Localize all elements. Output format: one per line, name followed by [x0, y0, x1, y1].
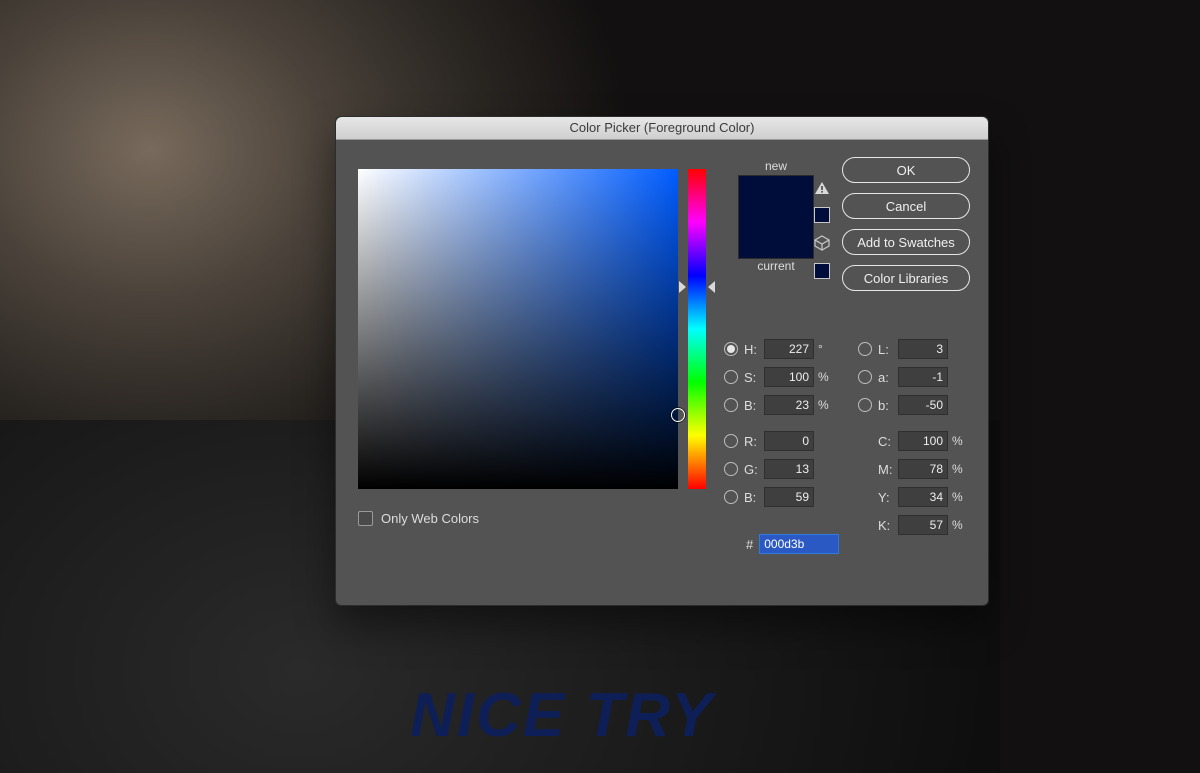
- input-hex[interactable]: [759, 534, 839, 554]
- input-h[interactable]: [764, 339, 814, 359]
- input-b-hsb[interactable]: [764, 395, 814, 415]
- input-k[interactable]: [898, 515, 948, 535]
- radio-a[interactable]: [858, 370, 872, 384]
- non-web-safe-icon[interactable]: [814, 235, 830, 251]
- lab-cmyk-fields: L: a: b: C: %: [858, 336, 970, 540]
- checkbox-icon: [358, 511, 373, 526]
- input-l[interactable]: [898, 339, 948, 359]
- add-to-swatches-button[interactable]: Add to Swatches: [842, 229, 970, 255]
- unit-y: %: [952, 490, 970, 504]
- sb-brightness-layer: [358, 169, 678, 489]
- only-web-colors-checkbox[interactable]: Only Web Colors: [358, 511, 479, 526]
- non-web-safe-swatch[interactable]: [814, 263, 830, 279]
- input-b-lab[interactable]: [898, 395, 948, 415]
- preview-new-swatch: [739, 176, 813, 217]
- input-r[interactable]: [764, 431, 814, 451]
- input-m[interactable]: [898, 459, 948, 479]
- input-b-rgb[interactable]: [764, 487, 814, 507]
- radio-g[interactable]: [724, 462, 738, 476]
- ok-button[interactable]: OK: [842, 157, 970, 183]
- radio-s[interactable]: [724, 370, 738, 384]
- gamut-warning-swatch[interactable]: [814, 207, 830, 223]
- radio-b-hsb[interactable]: [724, 398, 738, 412]
- input-a[interactable]: [898, 367, 948, 387]
- preview-current-swatch[interactable]: [739, 217, 813, 258]
- hue-slider[interactable]: [688, 169, 706, 489]
- label-k: K:: [878, 518, 898, 533]
- label-b-lab: b:: [878, 398, 898, 413]
- label-m: M:: [878, 462, 898, 477]
- color-libraries-button[interactable]: Color Libraries: [842, 265, 970, 291]
- label-y: Y:: [878, 490, 898, 505]
- unit-b-hsb: %: [818, 398, 836, 412]
- input-y[interactable]: [898, 487, 948, 507]
- saturation-brightness-field[interactable]: [358, 169, 678, 489]
- input-g[interactable]: [764, 459, 814, 479]
- label-c: C:: [878, 434, 898, 449]
- unit-m: %: [952, 462, 970, 476]
- radio-r[interactable]: [724, 434, 738, 448]
- hsb-rgb-fields: H: ° S: % B: % R:: [724, 336, 836, 512]
- radio-b-lab[interactable]: [858, 398, 872, 412]
- hue-slider-handle-right[interactable]: [708, 281, 715, 293]
- label-l: L:: [878, 342, 898, 357]
- hex-label: #: [746, 537, 753, 552]
- label-h: H:: [744, 342, 764, 357]
- input-s[interactable]: [764, 367, 814, 387]
- hue-slider-handle-left[interactable]: [679, 281, 686, 293]
- unit-s: %: [818, 370, 836, 384]
- radio-l[interactable]: [858, 342, 872, 356]
- preview-new-label: new: [726, 159, 826, 173]
- label-s: S:: [744, 370, 764, 385]
- radio-b-rgb[interactable]: [724, 490, 738, 504]
- label-r: R:: [744, 434, 764, 449]
- cancel-button[interactable]: Cancel: [842, 193, 970, 219]
- canvas-text-nice-try: NICE TRY: [410, 680, 714, 751]
- label-b-rgb: B:: [744, 490, 764, 505]
- unit-k: %: [952, 518, 970, 532]
- dialog-button-column: OK Cancel Add to Swatches Color Librarie…: [842, 157, 970, 291]
- preview-icon-column: [814, 181, 830, 279]
- sb-cursor[interactable]: [671, 408, 685, 422]
- color-picker-dialog: Color Picker (Foreground Color) new curr…: [335, 116, 989, 606]
- unit-c: %: [952, 434, 970, 448]
- label-b-hsb: B:: [744, 398, 764, 413]
- color-preview: new current: [726, 159, 826, 275]
- radio-h[interactable]: [724, 342, 738, 356]
- only-web-colors-label: Only Web Colors: [381, 511, 479, 526]
- gamut-warning-icon[interactable]: [814, 181, 830, 195]
- hex-row: #: [724, 534, 839, 554]
- label-a: a:: [878, 370, 898, 385]
- dialog-title: Color Picker (Foreground Color): [336, 117, 988, 140]
- input-c[interactable]: [898, 431, 948, 451]
- preview-current-label: current: [726, 259, 826, 273]
- label-g: G:: [744, 462, 764, 477]
- unit-h: °: [818, 342, 836, 356]
